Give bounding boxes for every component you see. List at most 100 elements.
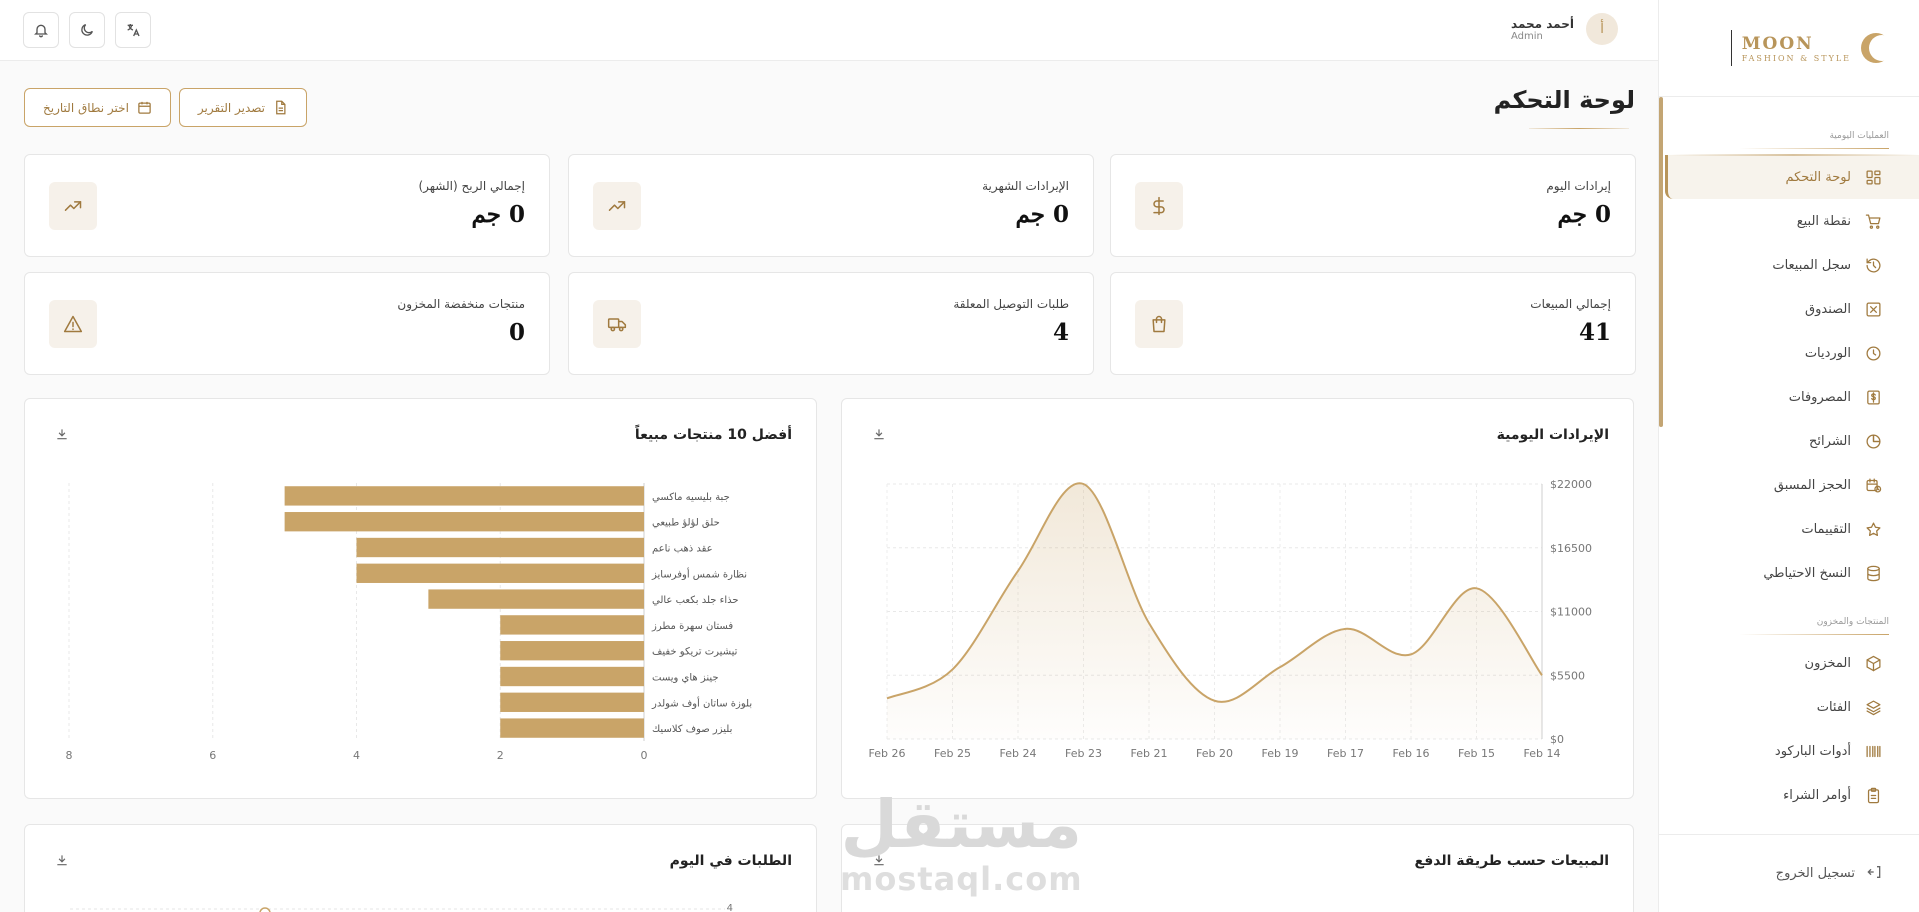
x-tick-label: 8	[66, 749, 73, 762]
topbar: أ أحمد محمد Admin	[0, 0, 1658, 61]
stat-icon-tile	[49, 300, 97, 348]
sidebar-item-icon	[1863, 741, 1883, 761]
moon-logo-icon	[1861, 33, 1895, 63]
language-button[interactable]	[115, 12, 151, 48]
sidebar-item-icon	[1863, 697, 1883, 717]
calendar-icon	[138, 101, 151, 114]
sidebar-item-label: الحجز المسبق	[1773, 477, 1851, 493]
user-menu[interactable]: أ أحمد محمد Admin	[1511, 13, 1618, 45]
payment-method-card: المبيعات حسب طريقة الدفع	[841, 824, 1634, 912]
date-range-label: اختر نطاق التاريخ	[43, 100, 129, 115]
sidebar-item-calendar-clock[interactable]: الحجز المسبق	[1665, 463, 1919, 507]
product-bar[interactable]	[428, 589, 644, 609]
sidebar-item-icon	[1863, 475, 1883, 495]
sidebar-item-dashboard[interactable]: لوحة التحكم	[1665, 154, 1919, 199]
sidebar-item-barcode[interactable]: أدوات الباركود	[1665, 729, 1919, 773]
logout-button[interactable]: تسجيل الخروج	[1659, 834, 1919, 912]
sidebar-item-label: المخزون	[1804, 655, 1851, 671]
sidebar-item-icon	[1863, 519, 1883, 539]
sidebar-item-expense[interactable]: المصروفات	[1665, 375, 1919, 419]
sidebar-item-icon	[1863, 387, 1883, 407]
sidebar-item-clock[interactable]: الورديات	[1665, 331, 1919, 375]
stat-value: 0 جم	[1557, 201, 1611, 228]
sidebar-item-layers[interactable]: الفئات	[1665, 685, 1919, 729]
stat-value: 0	[508, 319, 525, 346]
avatar: أ	[1586, 13, 1618, 45]
download-payment-method-button[interactable]	[872, 853, 886, 871]
x-tick-label: Feb 24	[1000, 747, 1037, 760]
product-bar[interactable]	[356, 537, 645, 558]
daily-revenue-chart: $0 $5500 $11000 $16500 $22000 Feb 26 Feb 25 Feb…	[869, 478, 1592, 760]
product-bar[interactable]	[284, 486, 644, 506]
product-label: فستان سهرة مطرز	[651, 621, 733, 632]
sidebar-item-history[interactable]: سجل المبيعات	[1665, 243, 1919, 287]
product-label: تيشيرت تريكو خفيف	[652, 647, 738, 658]
product-bar[interactable]	[500, 666, 644, 687]
translate-icon	[127, 24, 140, 37]
x-tick-label: Feb 17	[1327, 747, 1364, 760]
moon-icon	[81, 24, 93, 36]
product-bar[interactable]	[500, 641, 644, 661]
sidebar-item-clipboard[interactable]: أوامر الشراء	[1665, 773, 1919, 817]
top-products-card: أفضل 10 منتجات مبيعاً 0 2 4 6 8 جبة بليسيه ما…	[24, 398, 817, 799]
x-tick-label: Feb 23	[1065, 747, 1102, 760]
sidebar-item-cash-box[interactable]: الصندوق	[1665, 287, 1919, 331]
x-tick-label: 2	[497, 749, 504, 762]
orders-today-card: الطلبات في اليوم 4	[24, 824, 817, 912]
sidebar-item-icon	[1863, 785, 1883, 805]
box-icon	[1865, 655, 1881, 671]
stat-value: 41	[1578, 319, 1611, 346]
x-tick-label: Feb 16	[1393, 747, 1430, 760]
stat-value: 0 جم	[1015, 201, 1069, 228]
product-label: عقد ذهب ناعم	[652, 544, 713, 555]
alert-triangle-icon	[63, 315, 83, 333]
y-tick-label: $5500	[1550, 669, 1585, 682]
product-bar[interactable]	[356, 563, 645, 583]
x-tick-label: Feb 15	[1458, 747, 1495, 760]
history-icon	[1865, 257, 1880, 273]
sidebar-item-database[interactable]: النسخ الاحتياطي	[1665, 551, 1919, 595]
sidebar-item-icon	[1863, 653, 1883, 673]
cash-box-icon	[1865, 301, 1881, 317]
sidebar-item-icon	[1863, 167, 1883, 187]
product-bar[interactable]	[284, 512, 644, 532]
top-products-chart: 0 2 4 6 8 جبة بليسيه ماكسي حلق لؤلؤ طبيعي عقد ذ…	[66, 483, 752, 762]
export-report-label: تصدير التقرير	[197, 100, 266, 115]
sidebar-item-star[interactable]: التقييمات	[1665, 507, 1919, 551]
date-range-button[interactable]: اختر نطاق التاريخ	[24, 88, 171, 127]
brand-logo[interactable]: MOON FASHION & STYLE	[1659, 0, 1919, 97]
sidebar-item-pie[interactable]: الشرائح	[1665, 419, 1919, 463]
layers-icon	[1865, 699, 1881, 715]
product-label: جبة بليسيه ماكسي	[652, 492, 730, 503]
product-bar[interactable]	[500, 692, 644, 712]
sidebar-item-icon	[1863, 343, 1883, 363]
x-tick-label: 0	[641, 749, 648, 762]
page-actions: اختر نطاق التاريخ تصدير التقرير	[24, 88, 308, 127]
x-tick-label: Feb 14	[1524, 747, 1561, 760]
sidebar-item-cart[interactable]: نقطة البيع	[1665, 199, 1919, 243]
stat-icon-tile	[1135, 182, 1183, 230]
stat-label: إجمالي الربح (الشهر)	[418, 179, 525, 193]
nav-products: المخزون الفئات أدوات الباركود أوامر الشر…	[1659, 641, 1919, 817]
sidebar-item-box[interactable]: المخزون	[1665, 641, 1919, 685]
stat-value: 4	[1052, 319, 1069, 346]
y-tick-label: $11000	[1550, 606, 1592, 619]
truck-icon	[607, 318, 627, 332]
product-bar[interactable]	[500, 615, 644, 635]
product-bar[interactable]	[500, 718, 644, 738]
orders-today-chart: 4	[70, 903, 733, 912]
theme-toggle-button[interactable]	[69, 12, 105, 48]
logout-icon	[1867, 864, 1883, 884]
orders-today-tick: 4	[727, 903, 733, 912]
notifications-button[interactable]	[23, 12, 59, 48]
daily-revenue-card: الإيرادات اليومية $0 $5500 $11000 $16500 $22…	[841, 398, 1634, 799]
export-report-button[interactable]: تصدير التقرير	[178, 88, 308, 127]
sidebar-scrollbar[interactable]	[1659, 97, 1663, 427]
sidebar-item-label: النسخ الاحتياطي	[1763, 565, 1851, 581]
product-label: حلق لؤلؤ طبيعي	[652, 518, 720, 529]
section-title-products: المنتجات والمخزون	[1659, 617, 1919, 635]
x-tick-label: 4	[353, 749, 360, 762]
y-tick-label: $16500	[1550, 542, 1592, 555]
sidebar-item-label: أدوات الباركود	[1774, 743, 1851, 759]
stat-card: إجمالي الربح (الشهر) 0 جم	[24, 154, 550, 257]
